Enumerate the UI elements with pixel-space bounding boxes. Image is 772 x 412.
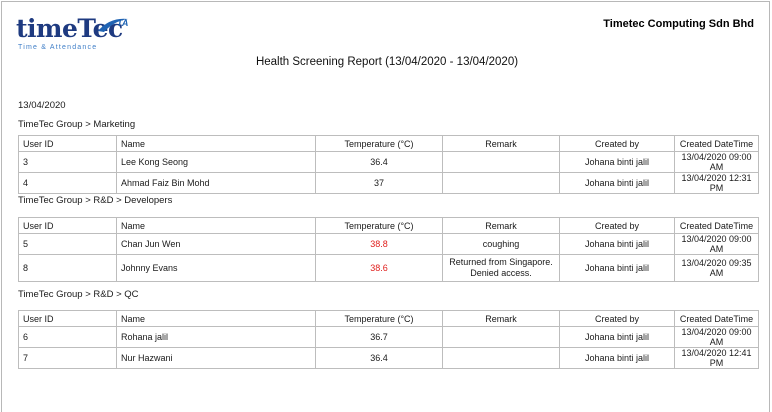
- table-header-row: User ID Name Temperature (°C) Remark Cre…: [18, 135, 759, 152]
- cell-created-by: Johana binti jalil: [559, 172, 675, 194]
- remark-line: Denied access.: [470, 268, 532, 278]
- cell-remark: coughing: [442, 233, 560, 255]
- cell-created-by: Johana binti jalil: [559, 254, 675, 282]
- cell-created-by: Johana binti jalil: [559, 347, 675, 369]
- col-remark: Remark: [442, 217, 560, 234]
- col-user-id: User ID: [18, 310, 117, 327]
- cell-user-id: 5: [18, 233, 117, 255]
- cell-remark: [442, 347, 560, 369]
- col-created-datetime: Created DateTime: [674, 135, 759, 152]
- cell-created-datetime: 13/04/2020 09:00 AM: [674, 151, 759, 173]
- col-created-by: Created by: [559, 310, 675, 327]
- cell-created-datetime: 13/04/2020 09:00 AM: [674, 233, 759, 255]
- cell-temperature: 36.4: [315, 347, 443, 369]
- cell-temperature: 37: [315, 172, 443, 194]
- cell-name: Chan Jun Wen: [116, 233, 316, 255]
- logo-tagline: Time & Attendance: [18, 44, 98, 51]
- cell-temperature-high: 38.6: [315, 254, 443, 282]
- table-row: 3 Lee Kong Seong 36.4 Johana binti jalil…: [18, 151, 759, 173]
- col-name: Name: [116, 135, 316, 152]
- company-logo: timeTec TA Time & Attendance: [16, 12, 146, 54]
- table-header-row: User ID Name Temperature (°C) Remark Cre…: [18, 217, 759, 234]
- cell-created-datetime: 13/04/2020 09:00 AM: [674, 326, 759, 348]
- cell-user-id: 7: [18, 347, 117, 369]
- col-created-by: Created by: [559, 217, 675, 234]
- report-page: timeTec TA Time & Attendance Timetec Com…: [1, 1, 770, 412]
- col-user-id: User ID: [18, 217, 117, 234]
- cell-remark: [442, 151, 560, 173]
- group-table: User ID Name Temperature (°C) Remark Cre…: [18, 135, 759, 194]
- cell-name: Ahmad Faiz Bin Mohd: [116, 172, 316, 194]
- report-date: 13/04/2020: [18, 100, 66, 111]
- col-temperature: Temperature (°C): [315, 135, 443, 152]
- cell-created-by: Johana binti jalil: [559, 151, 675, 173]
- col-name: Name: [116, 310, 316, 327]
- cell-created-datetime: 13/04/2020 12:41 PM: [674, 347, 759, 369]
- cell-remark: Returned from Singapore. Denied access.: [442, 254, 560, 282]
- cell-name: Nur Hazwani: [116, 347, 316, 369]
- col-temperature: Temperature (°C): [315, 217, 443, 234]
- table-row: 6 Rohana jalil 36.7 Johana binti jalil 1…: [18, 326, 759, 348]
- cell-name: Lee Kong Seong: [116, 151, 316, 173]
- cell-name: Rohana jalil: [116, 326, 316, 348]
- col-created-datetime: Created DateTime: [674, 310, 759, 327]
- cell-temperature-high: 38.8: [315, 233, 443, 255]
- cell-temperature: 36.7: [315, 326, 443, 348]
- cell-created-by: Johana binti jalil: [559, 326, 675, 348]
- report-title: Health Screening Report (13/04/2020 - 13…: [255, 56, 519, 68]
- group-table: User ID Name Temperature (°C) Remark Cre…: [18, 310, 759, 369]
- col-remark: Remark: [442, 135, 560, 152]
- group-heading: TimeTec Group > R&D > Developers: [18, 195, 173, 206]
- cell-user-id: 4: [18, 172, 117, 194]
- company-name: Timetec Computing Sdn Bhd: [603, 18, 754, 30]
- table-header-row: User ID Name Temperature (°C) Remark Cre…: [18, 310, 759, 327]
- cell-temperature: 36.4: [315, 151, 443, 173]
- table-row: 7 Nur Hazwani 36.4 Johana binti jalil 13…: [18, 347, 759, 369]
- cell-created-datetime: 13/04/2020 09:35 AM: [674, 254, 759, 282]
- cell-user-id: 8: [18, 254, 117, 282]
- col-temperature: Temperature (°C): [315, 310, 443, 327]
- remark-line: Returned from Singapore.: [449, 257, 553, 267]
- logo-badge: TA: [117, 18, 129, 28]
- cell-created-datetime: 13/04/2020 12:31 PM: [674, 172, 759, 194]
- cell-user-id: 6: [18, 326, 117, 348]
- table-row: 5 Chan Jun Wen 38.8 coughing Johana bint…: [18, 233, 759, 255]
- col-remark: Remark: [442, 310, 560, 327]
- col-created-datetime: Created DateTime: [674, 217, 759, 234]
- table-row: 8 Johnny Evans 38.6 Returned from Singap…: [18, 254, 759, 282]
- cell-user-id: 3: [18, 151, 117, 173]
- group-table: User ID Name Temperature (°C) Remark Cre…: [18, 217, 759, 282]
- col-user-id: User ID: [18, 135, 117, 152]
- group-heading: TimeTec Group > R&D > QC: [18, 289, 139, 300]
- table-row: 4 Ahmad Faiz Bin Mohd 37 Johana binti ja…: [18, 172, 759, 194]
- cell-remark: [442, 172, 560, 194]
- cell-name: Johnny Evans: [116, 254, 316, 282]
- col-created-by: Created by: [559, 135, 675, 152]
- col-name: Name: [116, 217, 316, 234]
- group-heading: TimeTec Group > Marketing: [18, 119, 136, 130]
- cell-remark: [442, 326, 560, 348]
- cell-created-by: Johana binti jalil: [559, 233, 675, 255]
